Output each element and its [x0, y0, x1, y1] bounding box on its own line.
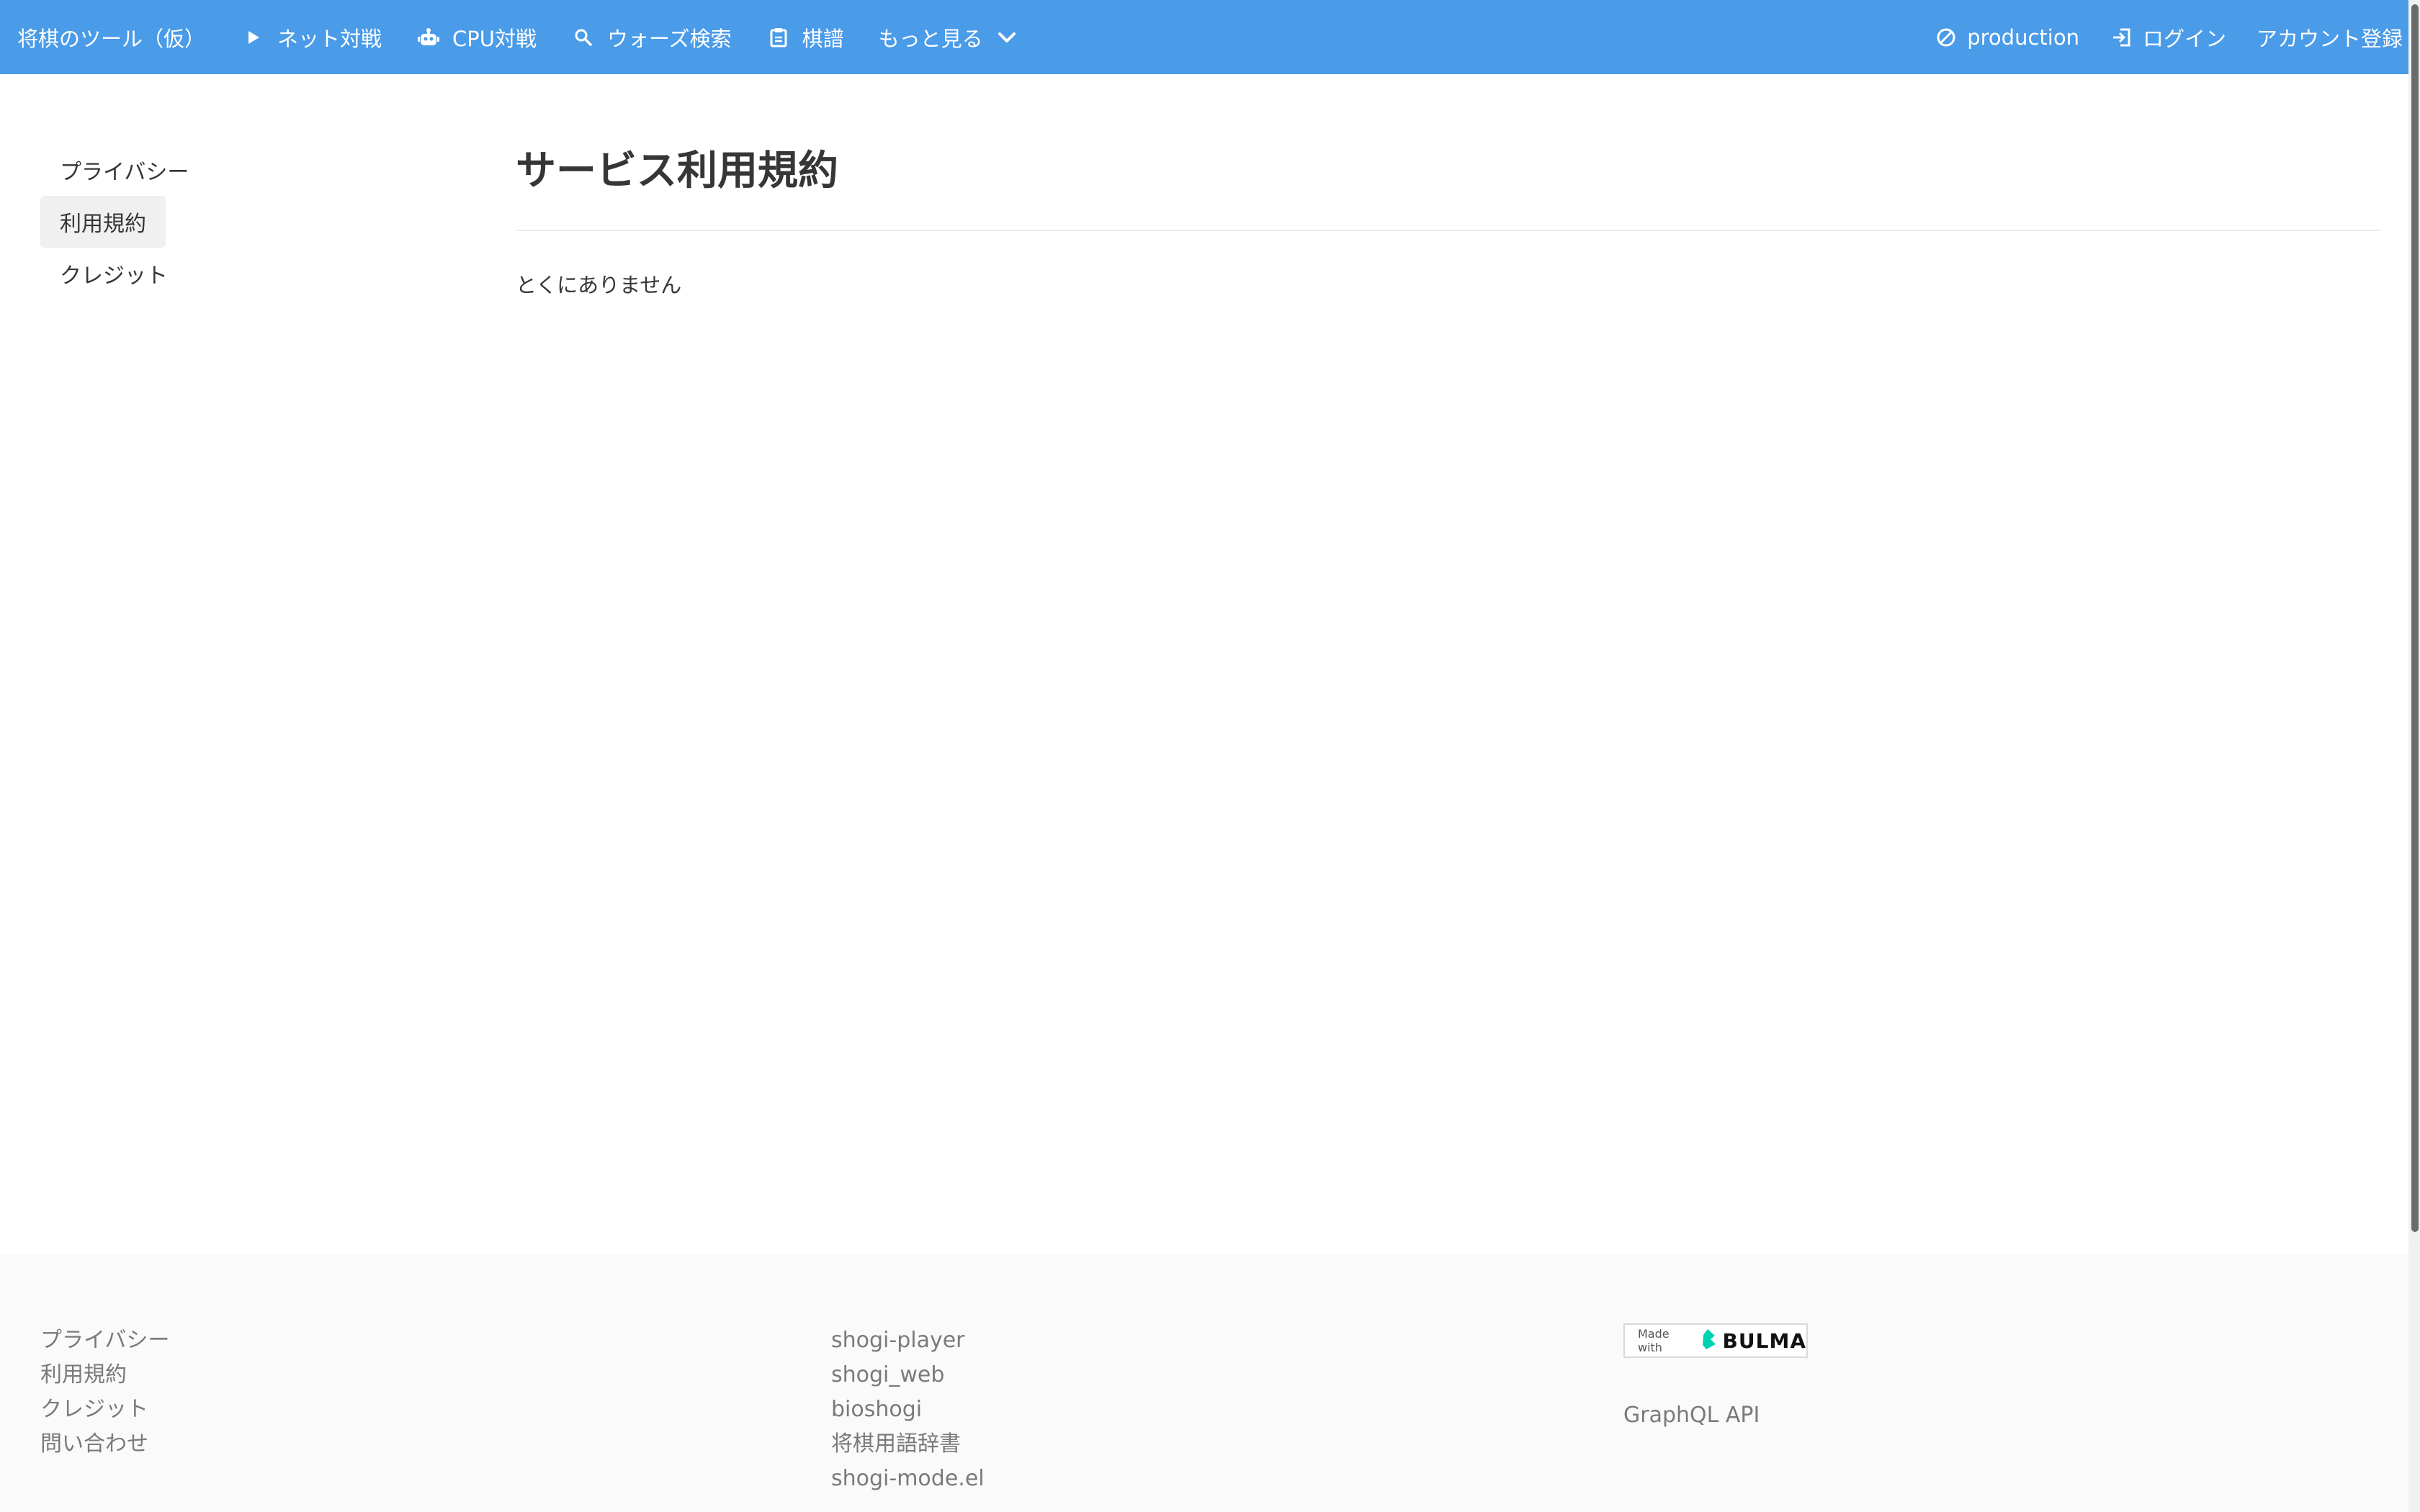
page-scrollbar[interactable] [2408, 0, 2420, 1512]
clipboard-icon [766, 25, 791, 50]
footer-link-contact[interactable]: 問い合わせ [40, 1427, 169, 1462]
nav-kifu-label: 棋譜 [802, 26, 844, 51]
login-label: ログイン [2142, 26, 2226, 51]
top-navbar: 将棋のツール（仮） ネット対戦 CPU対戦 ウォーズ検索 棋譜 もっと見る pr… [0, 0, 2420, 74]
footer-link-shogi-web[interactable]: shogi_web [831, 1358, 985, 1392]
footer-column-site: プライバシー 利用規約 クレジット 問い合わせ [40, 1323, 169, 1462]
search-icon [571, 25, 596, 50]
title-divider [516, 230, 2381, 231]
scrollbar-thumb[interactable] [2411, 4, 2419, 1232]
navbar-right: production ログイン アカウント登録 [1904, 22, 2420, 53]
footer-link-bioshogi[interactable]: bioshogi [831, 1392, 985, 1427]
footer: プライバシー 利用規約 クレジット 問い合わせ shogi-player sho… [0, 1254, 2408, 1512]
play-icon [241, 25, 266, 50]
nav-wars-search[interactable]: ウォーズ検索 [571, 22, 732, 53]
env-indicator[interactable]: production [1934, 25, 2079, 50]
prohibited-icon [1934, 25, 1958, 50]
nav-cpu-match[interactable]: CPU対戦 [416, 22, 537, 53]
bulma-wordmark: BULMA [1722, 1328, 1806, 1353]
footer-column-misc: Made with BULMA GraphQL API [1623, 1323, 1808, 1433]
env-label: production [1967, 24, 2079, 50]
sidebar-item-terms[interactable]: 利用規約 [40, 196, 166, 248]
sidebar-item-privacy[interactable]: プライバシー [40, 144, 208, 196]
bulma-logo-icon [1701, 1328, 1717, 1353]
login-icon [2110, 25, 2134, 50]
sidebar-menu: プライバシー 利用規約 クレジット [40, 144, 328, 300]
footer-link-credit[interactable]: クレジット [40, 1392, 169, 1427]
page-title: サービス利用規約 [516, 148, 838, 194]
footer-link-dictionary[interactable]: 将棋用語辞書 [831, 1427, 985, 1462]
nav-more-label: もっと見る [878, 26, 983, 51]
footer-link-graphql[interactable]: GraphQL API [1623, 1398, 1808, 1433]
nav-more-dropdown[interactable]: もっと見る [879, 22, 1019, 53]
signup-label: アカウント登録 [2256, 26, 2403, 51]
nav-net-match-label: ネット対戦 [277, 26, 382, 51]
footer-link-shogi-player[interactable]: shogi-player [831, 1323, 985, 1358]
footer-link-terms[interactable]: 利用規約 [40, 1358, 169, 1392]
made-with-label: Made with [1638, 1327, 1670, 1354]
nav-cpu-match-label: CPU対戦 [452, 26, 537, 51]
main-content: サービス利用規約 とくにありません [516, 140, 2381, 299]
robot-icon [416, 25, 441, 50]
chevron-down-icon [995, 25, 1019, 50]
footer-link-shogi-mode[interactable]: shogi-mode.el [831, 1462, 985, 1496]
nav-wars-search-label: ウォーズ検索 [607, 26, 732, 51]
nav-net-match[interactable]: ネット対戦 [241, 22, 382, 53]
made-with-bulma-badge[interactable]: Made with BULMA [1623, 1323, 1808, 1358]
page-body-text: とくにありません [516, 273, 682, 297]
footer-column-projects: shogi-player shogi_web bioshogi 将棋用語辞書 s… [831, 1323, 985, 1496]
nav-kifu[interactable]: 棋譜 [766, 22, 844, 53]
footer-link-privacy[interactable]: プライバシー [40, 1323, 169, 1358]
sidebar-item-credit[interactable]: クレジット [40, 248, 187, 300]
login-link[interactable]: ログイン [2110, 22, 2226, 53]
brand-link[interactable]: 将棋のツール（仮） [17, 22, 205, 53]
signup-link[interactable]: アカウント登録 [2257, 22, 2403, 53]
